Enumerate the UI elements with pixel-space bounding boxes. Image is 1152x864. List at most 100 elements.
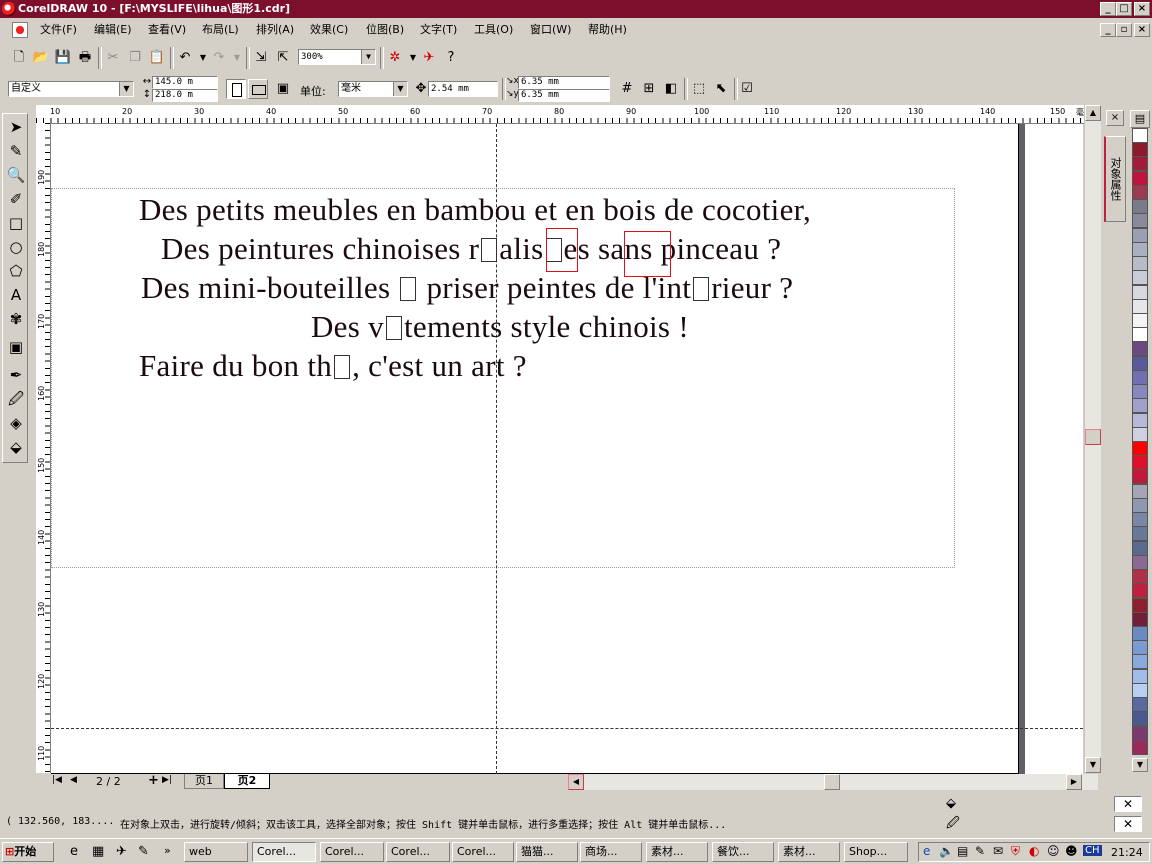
color-swatch[interactable] xyxy=(1132,683,1148,698)
rectangle-tool-icon[interactable]: □ xyxy=(5,212,27,234)
zoom-level-dropdown[interactable]: 300% ▼ xyxy=(298,49,376,65)
color-swatch[interactable] xyxy=(1132,541,1148,556)
units-dropdown[interactable]: 毫米 ▼ xyxy=(338,81,408,97)
interactive-transparency-tool-icon[interactable]: ▣ xyxy=(5,336,27,358)
scroll-up-button[interactable]: ▲ xyxy=(1085,105,1101,121)
chevron-down-icon[interactable]: ▼ xyxy=(119,82,133,96)
chevron-down-icon[interactable]: ▼ xyxy=(393,82,407,96)
tray-shield-icon[interactable]: ⛨ xyxy=(1011,844,1020,859)
fill-none-swatch[interactable]: ✕ xyxy=(1114,796,1142,812)
color-swatch[interactable] xyxy=(1132,654,1148,669)
snap-to-guidelines-icon[interactable]: ⊞ xyxy=(640,80,658,98)
color-swatch[interactable] xyxy=(1132,228,1148,243)
color-swatch[interactable] xyxy=(1132,299,1148,314)
nudge-offset-field[interactable]: 2.54 mm xyxy=(428,81,498,97)
scroll-left-button[interactable]: ◀ xyxy=(568,774,584,790)
page-tab-2[interactable]: 页2 xyxy=(224,774,270,789)
cut-icon[interactable]: ✂ xyxy=(104,49,122,67)
menu-help[interactable]: 帮助(H) xyxy=(588,22,627,38)
palette-scroll-down-button[interactable]: ▼ xyxy=(1132,758,1148,772)
document-icon[interactable] xyxy=(12,22,28,38)
menu-file[interactable]: 文件(F) xyxy=(40,22,77,38)
input-language-indicator[interactable]: CH xyxy=(1083,845,1102,856)
menu-effects[interactable]: 效果(C) xyxy=(310,22,348,38)
zoom-tool-icon[interactable]: 🔍 xyxy=(5,164,27,186)
paper-height-field[interactable]: 218.0 m xyxy=(152,89,218,102)
color-swatch[interactable] xyxy=(1132,185,1148,200)
color-swatch[interactable] xyxy=(1132,356,1148,371)
color-swatch[interactable] xyxy=(1132,484,1148,499)
menu-arrange[interactable]: 排列(A) xyxy=(256,22,294,38)
quicklaunch-more-icon[interactable]: » xyxy=(164,844,171,857)
interactive-fill-tool-icon[interactable]: ⬙ xyxy=(5,436,27,458)
fill-tool-icon[interactable]: ◈ xyxy=(5,412,27,434)
scroll-down-button[interactable]: ▼ xyxy=(1085,757,1101,773)
color-swatch[interactable] xyxy=(1132,441,1148,456)
paragraph-text[interactable]: Des petits meubles en bambou et en bois … xyxy=(139,190,947,385)
corel-online-icon[interactable]: ✈ xyxy=(420,49,438,67)
color-swatch[interactable] xyxy=(1132,526,1148,541)
minimize-button[interactable]: _ xyxy=(1100,2,1116,16)
copy-icon[interactable]: ❐ xyxy=(126,49,144,67)
treat-as-filled-icon[interactable]: ⬚ xyxy=(690,80,708,98)
menu-edit[interactable]: 编辑(E) xyxy=(94,22,132,38)
options-icon[interactable]: ☑ xyxy=(738,80,756,98)
docker-close-icon[interactable]: × xyxy=(1106,110,1124,126)
color-swatch[interactable] xyxy=(1132,398,1148,413)
doc-minimize-button[interactable]: _ xyxy=(1100,23,1116,37)
export-icon[interactable]: ⇱ xyxy=(274,49,292,67)
color-swatch[interactable] xyxy=(1132,726,1148,741)
color-swatch[interactable] xyxy=(1132,455,1148,470)
scroll-right-button[interactable]: ▶ xyxy=(1066,774,1082,790)
import-icon[interactable]: ⇲ xyxy=(252,49,270,67)
page-layout-icon[interactable]: ▣ xyxy=(274,80,292,98)
tray-messenger-icon[interactable]: ☻ xyxy=(1065,844,1078,858)
horizontal-guideline[interactable] xyxy=(51,728,1083,729)
polygon-tool-icon[interactable]: ⬠ xyxy=(5,260,27,282)
task-button-active[interactable]: Corel... xyxy=(252,842,316,862)
paper-type-dropdown[interactable]: 自定义 ▼ xyxy=(8,81,134,97)
shape-tool-icon[interactable]: ✎ xyxy=(5,140,27,162)
object-properties-tab[interactable]: 对象属性 xyxy=(1104,136,1126,222)
redo-icon[interactable]: ↷ xyxy=(210,49,228,67)
save-icon[interactable]: 💾 xyxy=(54,49,72,67)
task-button[interactable]: Corel... xyxy=(386,842,450,862)
print-icon[interactable]: 🖶 xyxy=(76,49,94,67)
ellipse-tool-icon[interactable]: ○ xyxy=(5,236,27,258)
tray-app-icon[interactable]: ✎ xyxy=(975,844,985,858)
color-swatch[interactable] xyxy=(1132,498,1148,513)
color-swatch[interactable] xyxy=(1132,583,1148,598)
close-button[interactable]: × xyxy=(1134,2,1150,16)
menu-layout[interactable]: 布局(L) xyxy=(202,22,239,38)
redo-dropdown-icon[interactable]: ▼ xyxy=(228,49,246,67)
last-page-icon[interactable]: ▶| xyxy=(162,775,172,785)
horizontal-scrollbar[interactable]: ◀ ▶ xyxy=(568,774,1098,790)
vertical-scroll-thumb[interactable] xyxy=(1085,429,1101,445)
color-swatch[interactable] xyxy=(1132,128,1148,143)
task-button[interactable]: 猫猫... xyxy=(516,842,578,862)
new-file-icon[interactable]: 🗋 xyxy=(10,49,28,67)
first-page-icon[interactable]: |◀ xyxy=(52,775,62,785)
undo-icon[interactable]: ↶ xyxy=(176,49,194,67)
task-button[interactable]: Shop... xyxy=(844,842,908,862)
color-swatch[interactable] xyxy=(1132,469,1148,484)
paper-width-field[interactable]: 145.0 m xyxy=(152,76,218,89)
drawing-canvas[interactable]: Des petits meubles en bambou et en bois … xyxy=(51,124,1083,774)
tray-qq-icon[interactable]: ☺ xyxy=(1047,844,1060,858)
interactive-blend-tool-icon[interactable]: ✾ xyxy=(5,308,27,330)
draw-selection-icon[interactable]: ⬉ xyxy=(712,80,730,98)
coreldraw-app-icon[interactable] xyxy=(2,2,16,16)
tray-chat-icon[interactable]: ◐ xyxy=(1029,844,1039,858)
snap-to-grid-icon[interactable]: # xyxy=(618,80,636,98)
quicklaunch-desktop-icon[interactable]: ▦ xyxy=(92,844,104,859)
task-button[interactable]: 餐饮... xyxy=(712,842,774,862)
horizontal-scroll-thumb[interactable] xyxy=(824,774,840,790)
vertical-scrollbar[interactable]: ▲ ▼ xyxy=(1084,105,1101,773)
whats-this-help-icon[interactable]: ? xyxy=(442,49,460,67)
color-swatch[interactable] xyxy=(1132,711,1148,726)
color-swatch[interactable] xyxy=(1132,555,1148,570)
task-button[interactable]: Corel... xyxy=(452,842,514,862)
color-swatch[interactable] xyxy=(1132,697,1148,712)
outline-tool-icon[interactable]: 🖉 xyxy=(5,388,27,410)
tray-mail-icon[interactable]: ✉ xyxy=(993,844,1003,858)
